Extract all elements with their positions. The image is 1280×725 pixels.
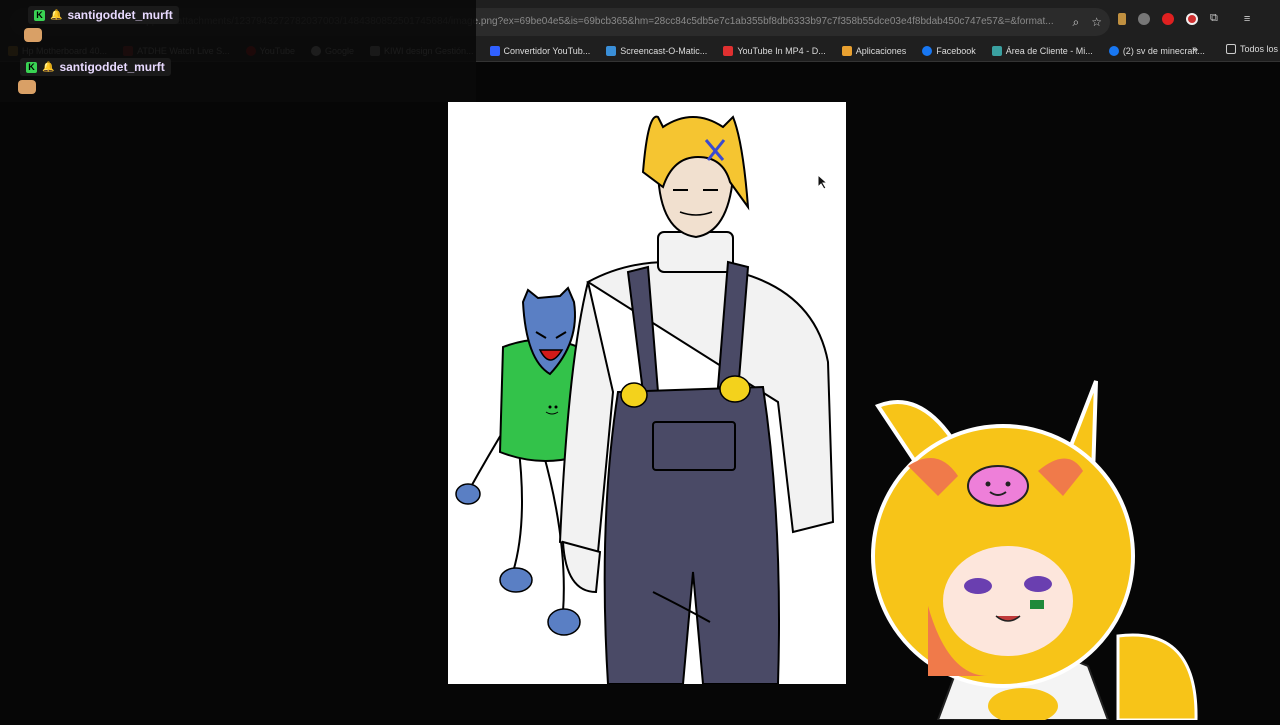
site-icon <box>723 45 734 56</box>
bookmark-label: Screencast-O-Matic... <box>620 45 708 56</box>
man-figure <box>558 115 835 685</box>
site-icon <box>606 45 617 56</box>
subscriber-badge-icon: 🔔 <box>42 61 55 73</box>
vtuber-avatar <box>868 376 1208 724</box>
bookmark-item[interactable]: Aplicaciones <box>834 45 915 56</box>
bookmark-item[interactable]: Área de Cliente - Mi... <box>984 45 1101 56</box>
bookmark-label: Convertidor YouTub... <box>503 45 591 56</box>
site-icon <box>991 45 1002 56</box>
folder-icon <box>1226 44 1236 54</box>
extension-icon-4[interactable] <box>1186 12 1198 25</box>
chat-message: K 🔔 santigoddet_murft <box>20 58 171 76</box>
bookmarks-overflow-button[interactable]: » <box>1192 44 1198 56</box>
menu-icon[interactable]: ≡ <box>1244 13 1250 25</box>
bookmark-label: YouTube In MP4 - D... <box>737 45 826 56</box>
mouse-cursor-icon <box>817 174 829 190</box>
apps-grid-icon <box>841 45 852 56</box>
stream-chat-overlay: K 🔔 santigoddet_murft K 🔔 santigoddet_mu… <box>0 0 476 102</box>
cat-figure <box>455 286 581 636</box>
facebook-icon <box>1108 45 1119 56</box>
site-icon <box>489 45 500 56</box>
bookmark-item[interactable]: Screencast-O-Matic... <box>598 45 715 56</box>
all-bookmarks-label: Todos los <box>1240 44 1279 54</box>
extension-icon-1[interactable] <box>1118 12 1126 25</box>
chat-avatar <box>18 80 36 94</box>
extension-icon-3[interactable] <box>1162 12 1174 25</box>
star-icon[interactable]: ☆ <box>1091 8 1102 36</box>
character-drawing <box>455 115 835 685</box>
chat-avatar <box>24 28 42 42</box>
all-bookmarks-folder[interactable]: Todos los <box>1226 44 1278 54</box>
bookmark-item[interactable]: Convertidor YouTub... <box>482 45 599 56</box>
chat-username: santigoddet_murft <box>59 60 165 74</box>
bookmark-item[interactable]: YouTube In MP4 - D... <box>715 45 833 56</box>
kick-badge-icon: K <box>34 9 45 21</box>
bookmark-label: Aplicaciones <box>855 45 907 56</box>
zoom-icon[interactable]: ⌕ <box>1073 8 1080 36</box>
subscriber-badge-icon: 🔔 <box>50 9 63 21</box>
drawing-image <box>448 102 846 685</box>
kick-badge-icon: K <box>26 61 37 73</box>
extension-icon-2[interactable] <box>1138 12 1150 25</box>
chat-username: santigoddet_murft <box>67 8 173 22</box>
facebook-icon <box>922 45 933 56</box>
bookmark-item[interactable]: Facebook <box>914 45 984 56</box>
puzzle-icon[interactable]: ⧉ <box>1210 12 1218 25</box>
fox-vtuber-icon <box>871 380 1198 724</box>
chat-message: K 🔔 santigoddet_murft <box>28 6 179 24</box>
bookmark-label: Facebook <box>936 45 976 56</box>
bookmark-label: Área de Cliente - Mi... <box>1005 45 1093 56</box>
